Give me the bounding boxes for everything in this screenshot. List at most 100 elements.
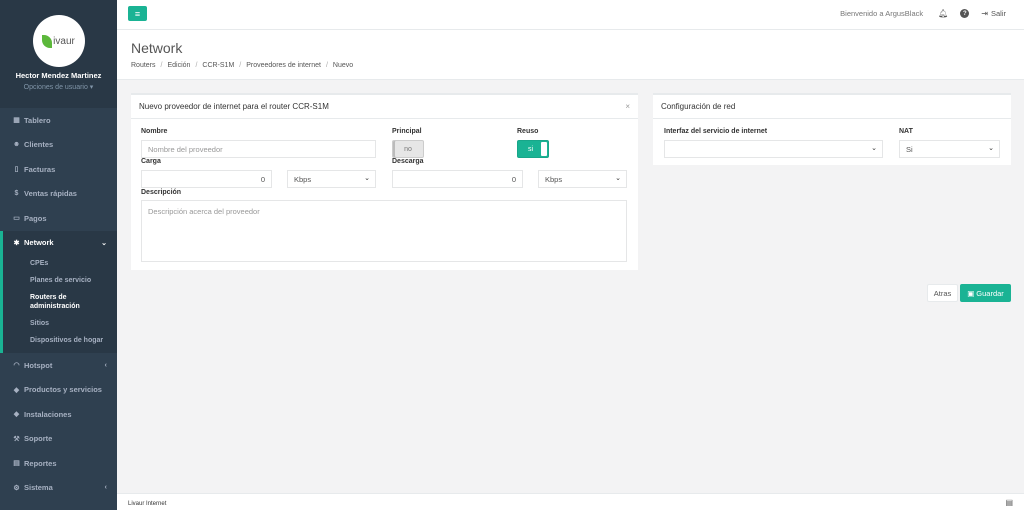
sidebar-item-sistema[interactable]: ⚙ Sistema ‹ <box>0 476 117 501</box>
cogs-icon: ⚙ <box>13 484 20 492</box>
panel-title-text: Nuevo proveedor de internet para el rout… <box>139 102 329 111</box>
footer-text: Livaur Internet <box>128 501 167 507</box>
reuso-label: Reuso <box>517 128 539 135</box>
settings-panel-icon[interactable]: ▤ <box>1005 498 1013 507</box>
network-submenu: CPEs Planes de servicio Routers de admin… <box>0 255 117 353</box>
breadcrumb-routers[interactable]: Routers <box>131 62 156 69</box>
leaf-icon <box>42 34 53 48</box>
sidebar-item-hotspot[interactable]: ◠ Hotspot ‹ <box>0 353 117 378</box>
chevron-left-icon: ‹ <box>104 361 107 369</box>
breadcrumb-router[interactable]: CCR-S1M <box>202 62 234 69</box>
descarga-unit-value: Kbps <box>545 175 563 184</box>
nat-value: Si <box>906 145 913 154</box>
descarga-label: Descarga <box>392 158 424 165</box>
chevron-down-icon: ⌄ <box>364 175 370 182</box>
user-options-dropdown[interactable]: Opciones de usuario ▾ <box>0 83 117 91</box>
page-title: Network <box>131 40 183 56</box>
interface-select[interactable]: ⌄ <box>664 140 883 158</box>
sidebar-item-instalaciones[interactable]: ◆ Instalaciones <box>0 402 117 427</box>
network-config-panel: Configuración de red Interfaz del servic… <box>653 93 1011 165</box>
wifi-icon: ◠ <box>13 362 20 370</box>
nat-label: NAT <box>899 128 913 135</box>
profile-block: ivaur Hector Mendez Martinez Opciones de… <box>0 0 117 108</box>
sidebar-item-label: Sistema <box>24 483 53 493</box>
users-icon: ☻ <box>12 141 21 149</box>
interface-label: Interfaz del servicio de internet <box>664 128 768 135</box>
subnav-item-sitios[interactable]: Sitios <box>3 315 117 332</box>
logo-text: ivaur <box>53 35 75 47</box>
sidebar: ivaur Hector Mendez Martinez Opciones de… <box>0 0 117 510</box>
sidebar-item-ventas[interactable]: $ Ventas rápidas <box>0 182 117 207</box>
breadcrumb-edicion[interactable]: Edición <box>167 62 190 69</box>
wrench-icon: ⚒ <box>13 435 20 443</box>
bell-icon[interactable]: 🔔︎ <box>938 9 948 18</box>
book-icon: ▤ <box>13 460 20 468</box>
company-logo: ivaur <box>32 15 85 67</box>
nombre-label: Nombre <box>141 128 168 135</box>
sidebar-item-label: Soporte <box>24 434 53 444</box>
network-icon: ✱ <box>13 239 20 247</box>
provider-panel: Nuevo proveedor de internet para el rout… <box>131 93 638 270</box>
sidebar-item-facturas[interactable]: ▯ Facturas <box>0 157 117 182</box>
tag-icon: ◆ <box>13 411 20 419</box>
chevron-down-icon: ⌄ <box>988 145 994 152</box>
reuso-value: si <box>528 145 534 153</box>
sidebar-item-network[interactable]: ✱ Network ⌄ <box>0 230 117 255</box>
file-icon: ▯ <box>14 166 19 174</box>
breadcrumb: Routers / Edición / CCR-S1M / Proveedores d… <box>131 62 354 69</box>
logout-link[interactable]: Salir <box>991 9 1006 18</box>
sidebar-item-productos[interactable]: ◆ Productos y servicios <box>0 378 117 403</box>
sidebar-item-label: Ventas rápidas <box>24 189 77 199</box>
subnav-item-planes[interactable]: Planes de servicio <box>3 272 117 289</box>
sidebar-item-label: Hotspot <box>24 360 53 370</box>
panel-title-text: Configuración de red <box>661 102 736 111</box>
descarga-unit-select[interactable]: Kbps ⌄ <box>538 170 627 188</box>
reuso-toggle[interactable]: si <box>517 140 549 158</box>
save-icon: ▣ <box>967 288 975 298</box>
sidebar-item-label: Facturas <box>24 164 56 174</box>
close-icon[interactable]: × <box>625 102 630 111</box>
chevron-down-icon: ⌄ <box>871 145 877 152</box>
welcome-text: Bienvenido a ArgusBlack <box>840 9 924 18</box>
topbar: ≡ Bienvenido a ArgusBlack 🔔︎ ? ⇥ Salir <box>117 0 1024 30</box>
breadcrumb-proveedores[interactable]: Proveedores de internet <box>246 62 321 69</box>
carga-unit-value: Kbps <box>294 175 312 184</box>
chevron-down-icon: ⌄ <box>615 175 621 182</box>
sidebar-item-label: Pagos <box>24 213 47 223</box>
descarga-input[interactable]: 0 <box>392 170 523 188</box>
subnav-item-routers[interactable]: Routers de administración <box>3 289 98 315</box>
save-button[interactable]: ▣ Guardar <box>960 284 1011 302</box>
subnav-item-cpes[interactable]: CPEs <box>3 255 117 272</box>
network-panel-title: Configuración de red <box>653 95 1011 119</box>
nombre-input[interactable]: Nombre del proveedor <box>141 140 376 158</box>
sidebar-item-pagos[interactable]: ▭ Pagos <box>0 206 117 231</box>
subnav-item-dispositivos[interactable]: Dispositivos de hogar <box>3 332 117 349</box>
principal-label: Principal <box>392 128 422 135</box>
carga-input[interactable]: 0 <box>141 170 272 188</box>
sidebar-item-reportes[interactable]: ▤ Reportes <box>0 451 117 476</box>
sidebar-item-clientes[interactable]: ☻ Clientes <box>0 133 117 158</box>
menu-toggle-button[interactable]: ≡ <box>128 6 147 21</box>
breadcrumb-nuevo: Nuevo <box>332 62 354 69</box>
chevron-left-icon: ‹ <box>104 484 107 492</box>
nat-select[interactable]: Si ⌄ <box>899 140 1000 158</box>
money-icon: ▭ <box>13 215 20 223</box>
sidebar-item-label: Clientes <box>24 140 54 150</box>
bars-icon: ≡ <box>134 8 141 19</box>
carga-unit-select[interactable]: Kbps ⌄ <box>287 170 376 188</box>
sidebar-item-soporte[interactable]: ⚒ Soporte <box>0 427 117 452</box>
dollar-icon: $ <box>14 190 19 198</box>
sidebar-item-label: Tablero <box>24 115 51 125</box>
sidebar-item-tablero[interactable]: ▦ Tablero <box>0 108 117 133</box>
descripcion-textarea[interactable]: Descripción acerca del proveedor <box>141 200 627 262</box>
carga-label: Carga <box>141 158 161 165</box>
principal-toggle[interactable]: no <box>392 140 424 158</box>
help-icon[interactable]: ? <box>960 9 970 18</box>
chevron-down-icon: ⌄ <box>101 239 107 247</box>
user-name: Hector Mendez Martinez <box>15 71 102 80</box>
sidebar-item-label: Productos y servicios <box>24 385 102 395</box>
sidebar-item-label: Network <box>24 238 54 248</box>
save-label: Guardar <box>976 288 1004 298</box>
back-button[interactable]: Atras <box>927 284 958 302</box>
dashboard-icon: ▦ <box>13 117 20 125</box>
